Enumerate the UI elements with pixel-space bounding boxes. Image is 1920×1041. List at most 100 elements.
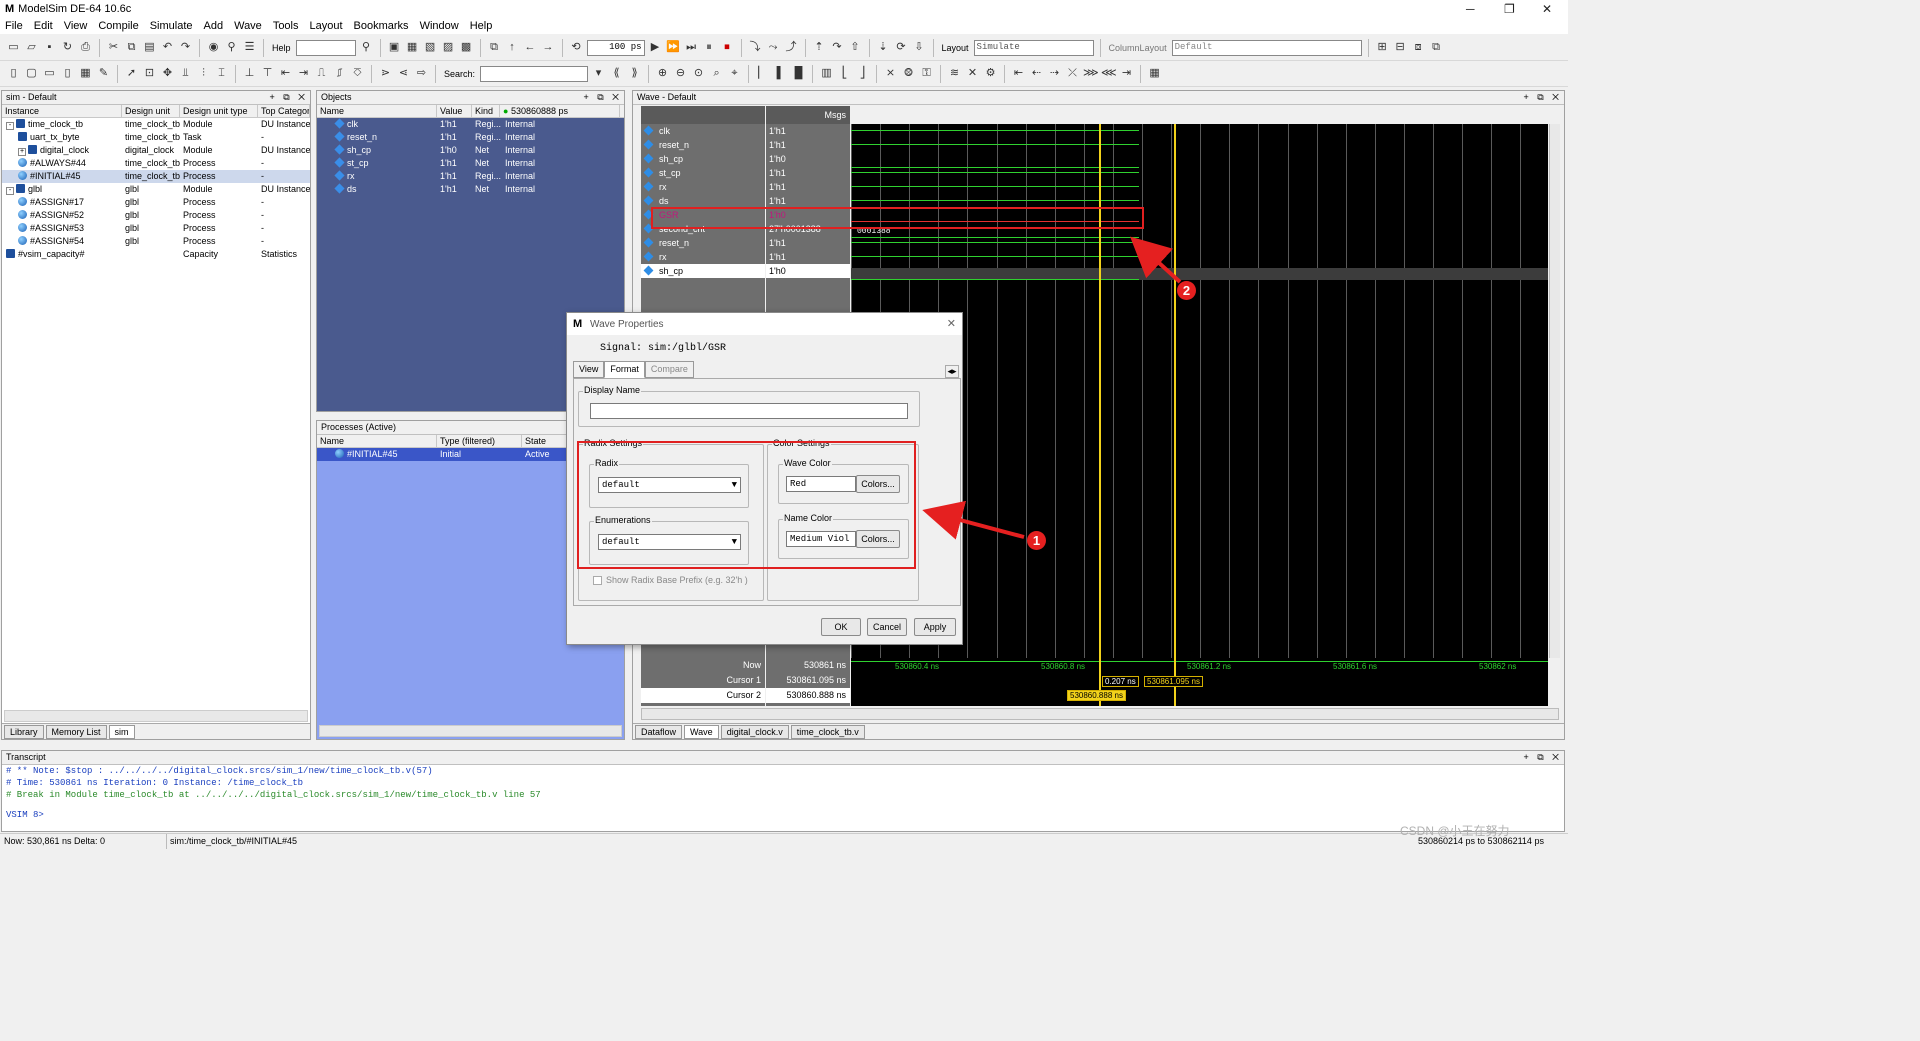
format-4-icon[interactable]: ▯ — [60, 66, 75, 81]
object-row[interactable]: st_cp 1'h1 Net Internal — [317, 157, 624, 170]
goto-icon[interactable]: ⇨ — [414, 66, 429, 81]
menu-wave[interactable]: Wave — [234, 20, 262, 32]
edge-any-icon[interactable]: ⎏ — [350, 66, 365, 81]
forward-arrow-icon[interactable]: → — [541, 40, 556, 55]
wave-group-icon[interactable]: ⊟ — [1393, 40, 1408, 55]
col-kind[interactable]: Kind — [472, 105, 500, 117]
sim-tree-row[interactable]: #vsim_capacity# Capacity Statistics — [2, 248, 310, 261]
cancel-button[interactable]: Cancel — [867, 618, 907, 636]
wave-style-1-icon[interactable]: ▏ — [755, 66, 770, 81]
col-value[interactable]: Value — [437, 105, 472, 117]
apply-button[interactable]: Apply — [914, 618, 956, 636]
up-arrow-icon[interactable]: ↑ — [505, 40, 520, 55]
list-icon[interactable]: ☰ — [242, 40, 257, 55]
tab-library[interactable]: Library — [4, 724, 44, 739]
expand-icon[interactable]: + — [18, 148, 26, 156]
format-5-icon[interactable]: ▦ — [78, 66, 93, 81]
edge-rise-icon[interactable]: ⎎ — [332, 66, 347, 81]
compare-2-icon[interactable]: ✕ — [965, 66, 980, 81]
wave-signal-name[interactable]: reset_n — [641, 138, 765, 152]
break-icon[interactable]: ⏸ — [702, 40, 717, 55]
menu-tools[interactable]: Tools — [273, 20, 299, 32]
sim-icon-4[interactable]: ▨ — [441, 40, 456, 55]
col-instance[interactable]: Instance — [2, 105, 122, 117]
diff-prev-icon[interactable]: ⇤ — [1011, 66, 1026, 81]
wave-signal-name[interactable]: sh_cp — [641, 264, 765, 278]
cursor-name[interactable]: Now — [641, 658, 765, 673]
nav-bottom-icon[interactable]: ⇩ — [912, 40, 927, 55]
tab-digital-clock-v[interactable]: digital_clock.v — [720, 724, 789, 739]
zoom-in-icon[interactable]: ⊕ — [655, 66, 670, 81]
maximize-icon[interactable]: ❐ — [1504, 2, 1515, 16]
cursor-name[interactable]: Cursor 2 — [641, 688, 765, 703]
expand-icon[interactable]: ⋗ — [378, 66, 393, 81]
sim-tree-row[interactable]: + digital_clock digital_clock Module DU Inst… — [2, 144, 310, 157]
col-proc-type[interactable]: Type (filtered) — [437, 435, 522, 447]
tab-time-clock-tb-v[interactable]: time_clock_tb.v — [790, 724, 865, 739]
collapse-icon[interactable]: ⋖ — [396, 66, 411, 81]
processes-hscrollbar[interactable] — [319, 725, 622, 737]
copy-wave-icon[interactable]: ⧉ — [487, 40, 502, 55]
collapse-icon[interactable]: - — [6, 187, 14, 195]
search-next-icon[interactable]: ⟫ — [627, 66, 642, 81]
dialog-tab-format[interactable]: Format — [604, 361, 645, 378]
nav-jump-icon[interactable]: ↷ — [830, 40, 845, 55]
open-folder-icon[interactable]: ▱ — [24, 40, 39, 55]
calc-icon[interactable]: ▦ — [1147, 66, 1162, 81]
wave-signal-name[interactable]: clk — [641, 124, 765, 138]
menu-bookmarks[interactable]: Bookmarks — [354, 20, 409, 32]
wave-vscrollbar[interactable] — [1549, 124, 1560, 658]
edge-icon[interactable]: ⫫ — [178, 66, 193, 81]
menu-help[interactable]: Help — [470, 20, 493, 32]
compare-1-icon[interactable]: ≋ — [947, 66, 962, 81]
cursor-name[interactable]: Cursor 1 — [641, 673, 765, 688]
zoom-full-icon[interactable]: ⊙ — [691, 66, 706, 81]
cursor-del-icon[interactable]: ⊤ — [260, 66, 275, 81]
dialog-tab-view[interactable]: View — [573, 361, 605, 378]
cursor-timeline[interactable]: 530860.4 ns 530860.8 ns 530861.2 ns 530861.… — [851, 658, 1548, 706]
sim-icon-3[interactable]: ▧ — [423, 40, 438, 55]
wave-signal-name[interactable]: reset_n — [641, 236, 765, 250]
wave-signal-name[interactable]: sh_cp — [641, 152, 765, 166]
step-out-icon[interactable]: ⤴ — [784, 40, 799, 55]
search-prev-icon[interactable]: ⟪ — [609, 66, 624, 81]
menu-add[interactable]: Add — [204, 20, 224, 32]
col-top-category[interactable]: Top Category — [258, 105, 310, 117]
transcript-prompt[interactable]: VSIM 8> — [6, 809, 1564, 821]
sim-tree-row[interactable]: - glbl glbl Module DU Instance — [2, 183, 310, 196]
object-row[interactable]: reset_n 1'h1 Regi... Internal — [317, 131, 624, 144]
close-icon[interactable]: ✕ — [1542, 2, 1552, 16]
insert-icon[interactable]: ⌶ — [214, 66, 229, 81]
col-design-unit-type[interactable]: Design unit type — [180, 105, 258, 117]
dialog-tab-compare[interactable]: Compare — [644, 361, 694, 378]
menu-compile[interactable]: Compile — [98, 20, 138, 32]
diff-split-icon[interactable]: ⋘ — [1101, 66, 1117, 81]
diff-next-icon[interactable]: ⇥ — [1119, 66, 1134, 81]
col-design-unit[interactable]: Design unit — [122, 105, 180, 117]
undo-icon[interactable]: ↶ — [160, 40, 175, 55]
zoom-mode-icon[interactable]: ⊡ — [142, 66, 157, 81]
wave-style-3-icon[interactable]: █ — [791, 66, 806, 81]
radix-prefix-checkbox[interactable] — [593, 575, 602, 585]
column-layout-select[interactable]: Default — [1171, 39, 1362, 56]
sim-tree-row[interactable]: #ASSIGN#53 glbl Process - — [2, 222, 310, 235]
print-icon[interactable]: ⎙ — [78, 40, 93, 55]
collapse-icon[interactable]: - — [6, 122, 14, 130]
dialog-tab-scroll-icon[interactable]: ◂▸ — [945, 365, 959, 378]
sim-tree-row[interactable]: #ASSIGN#52 glbl Process - — [2, 209, 310, 222]
delete-all-icon[interactable]: ⨷ — [901, 66, 916, 81]
display-name-input[interactable] — [590, 403, 908, 419]
edge-next-icon[interactable]: ⇥ — [296, 66, 311, 81]
delete-cursor-icon[interactable]: ⨯ — [883, 66, 898, 81]
object-row[interactable]: rx 1'h1 Regi... Internal — [317, 170, 624, 183]
object-row[interactable]: sh_cp 1'h0 Net Internal — [317, 144, 624, 157]
lock-icon[interactable]: ⚿ — [919, 66, 934, 81]
diff-right-icon[interactable]: ⇢ — [1047, 66, 1062, 81]
marker-icon[interactable]: ⫶ — [196, 66, 211, 81]
back-arrow-icon[interactable]: ← — [523, 40, 538, 55]
zoom-cursor-icon[interactable]: ⌕ — [709, 66, 724, 81]
nav-cycle-icon[interactable]: ⟳ — [894, 40, 909, 55]
tab-dataflow[interactable]: Dataflow — [635, 724, 683, 739]
nav-down-icon[interactable]: ⇣ — [876, 40, 891, 55]
step-over-icon[interactable]: ⤳ — [766, 40, 781, 55]
